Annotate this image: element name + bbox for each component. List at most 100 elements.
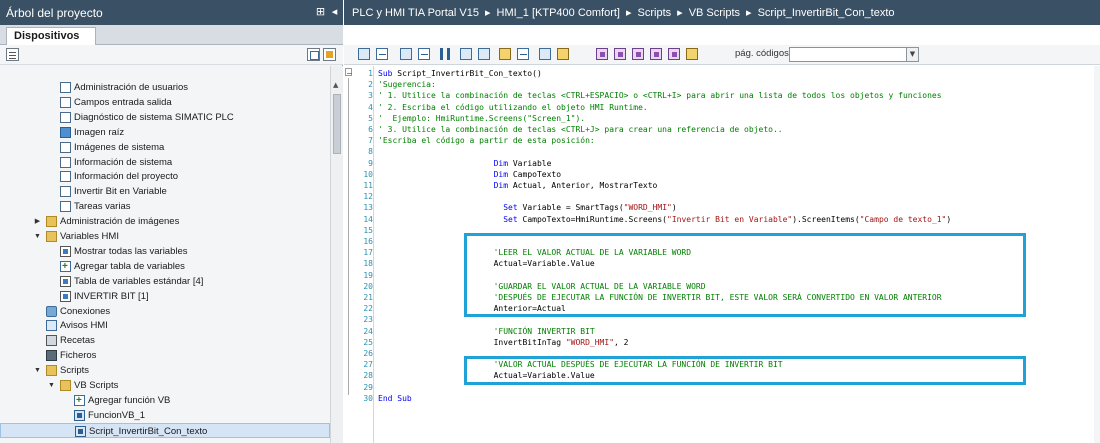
code-page-select[interactable]: ▼ (789, 47, 919, 62)
screen-icon (60, 156, 71, 168)
vb-script-icon (74, 409, 85, 421)
tree-item[interactable]: Conexiones (0, 304, 330, 319)
tree-item-label: Diagnóstico de sistema SIMATIC PLC (74, 111, 234, 123)
snippet-properties-icon[interactable] (668, 48, 680, 60)
collapse-arrow-icon[interactable]: ▼ (33, 229, 42, 244)
breadcrumb-item[interactable]: Scripts (638, 7, 672, 19)
line-number: 30 (363, 393, 373, 403)
breadcrumb-item[interactable]: PLC y HMI TIA Portal V15 (352, 7, 479, 19)
tree-item-label: Información del proyecto (74, 171, 179, 183)
code-line[interactable]: 'Escriba el código a partir de esta posi… (378, 135, 595, 146)
code-line[interactable]: 'Sugerencia: (378, 79, 436, 90)
snippet-insert-icon[interactable] (614, 48, 626, 60)
tree-item[interactable]: FuncionVB_1 (0, 408, 330, 423)
expand-arrow-icon[interactable]: ▶ (33, 214, 42, 229)
tree-item[interactable]: Administración de usuarios (0, 80, 330, 95)
tree-item[interactable]: Agregar tabla de variables (0, 259, 330, 274)
code-line[interactable]: Set Variable = SmartTags("WORD_HMI") (378, 202, 676, 213)
check-icon[interactable] (557, 48, 569, 60)
overview-icon[interactable] (307, 48, 320, 61)
fold-toggle-icon[interactable]: − (345, 68, 353, 78)
tree-item[interactable]: Ficheros (0, 348, 330, 363)
pin-icon[interactable]: ⊞ (314, 5, 327, 18)
snippet-highlight-icon[interactable] (686, 48, 698, 60)
tree-item[interactable]: Información de sistema (0, 155, 330, 170)
alarm-icon (46, 320, 57, 332)
tree-item[interactable]: Imagen raíz (0, 125, 330, 140)
code-editor[interactable]: − 1 2 3 4 5 6 7 8 9 10 11 12 13 14 15 16 17 18 19 20 21 22 23 2… (344, 66, 1100, 443)
folder-icon (46, 231, 57, 242)
code-line[interactable]: ' 3. Utilice la combinación de teclas <C… (378, 124, 783, 135)
uncomment-icon[interactable] (418, 48, 430, 60)
tree-item[interactable]: Mostrar todas las variables (0, 244, 330, 259)
chevron-down-icon[interactable]: ▼ (906, 48, 918, 61)
tree-item[interactable]: Script_InvertirBit_Con_texto (0, 422, 330, 438)
breadcrumb-item[interactable]: Script_InvertirBit_Con_texto (758, 7, 895, 19)
code-line[interactable]: Set CampoTexto=HmiRuntime.Screens("Inver… (378, 214, 951, 225)
code-line[interactable]: End Sub (378, 393, 412, 404)
tree-item-label: Administración de imágenes (60, 216, 180, 228)
line-number: 24 (363, 326, 373, 336)
indent-icon[interactable] (358, 48, 370, 60)
code-token: 'Sugerencia: (378, 80, 436, 90)
tree-item[interactable]: Diagnóstico de sistema SIMATIC PLC (0, 110, 330, 125)
tree-item[interactable]: Avisos HMI (0, 318, 330, 333)
code-token: 'FUNCIÓN INVERTIR BIT (493, 326, 595, 336)
bookmark-next-icon[interactable] (447, 48, 450, 60)
code-line[interactable]: Dim Variable (378, 158, 552, 169)
bookmark-clear-icon[interactable] (478, 48, 490, 60)
tree-item[interactable]: Imágenes de sistema (0, 140, 330, 155)
code-line[interactable]: ' Ejemplo: HmiRuntime.Screens("Screen_1"… (378, 113, 585, 124)
tree-item[interactable]: Tareas varias (0, 199, 330, 214)
breadcrumb-item[interactable]: VB Scripts (689, 7, 740, 19)
code-line[interactable]: Dim Actual, Anterior, MostrarTexto (378, 180, 658, 191)
outdent-icon[interactable] (376, 48, 388, 60)
tree-item[interactable]: Recetas (0, 333, 330, 348)
code-line[interactable]: Dim CampoTexto (378, 169, 561, 180)
tree-item[interactable]: ▼ VB Scripts (0, 378, 330, 393)
find-icon[interactable] (517, 48, 529, 60)
code-line[interactable]: ' 2. Escriba el código utilizando el obj… (378, 102, 648, 113)
snippet-edit-icon[interactable] (650, 48, 662, 60)
code-line[interactable]: 'FUNCIÓN INVERTIR BIT (378, 326, 595, 337)
tree-item[interactable]: ▼ Scripts (0, 363, 330, 378)
line-number: 13 (363, 203, 373, 213)
tree-options-icon[interactable] (323, 48, 336, 61)
bookmark-prev-icon[interactable] (460, 48, 472, 60)
tree-item[interactable]: Campos entrada salida (0, 95, 330, 110)
code-line[interactable]: ' 1. Utilice la combinación de teclas <C… (378, 90, 942, 101)
collapse-arrow-icon[interactable]: ▼ (33, 363, 42, 378)
code-line[interactable]: InvertBitInTag "WORD_HMI", 2 (378, 337, 629, 348)
tree-item[interactable]: INVERTIR BIT [1] (0, 289, 330, 304)
collapse-pane-icon[interactable]: ◂ (328, 5, 341, 18)
tree-item[interactable]: ▼ Variables HMI (0, 229, 330, 244)
line-number: 8 (368, 147, 373, 157)
code-token: Set (503, 214, 518, 224)
code-token: ' 3. Utilice la combinación de teclas <C… (378, 125, 783, 134)
tree-item[interactable]: ▶ Administración de imágenes (0, 214, 330, 229)
code-token: Sub (378, 69, 398, 78)
tree-item-label: Agregar tabla de variables (74, 260, 185, 272)
tree-item[interactable]: Información del proyecto (0, 169, 330, 184)
code-token: Dim (493, 158, 509, 168)
snippet-remove-icon[interactable] (632, 48, 644, 60)
tree-item[interactable]: Agregar función VB (0, 393, 330, 408)
syntax-check-icon[interactable] (499, 48, 511, 60)
tab-devices[interactable]: Dispositivos (6, 27, 96, 46)
bookmark-icon[interactable] (440, 48, 443, 60)
highlight-box (464, 356, 1026, 385)
snippet-icon[interactable] (596, 48, 608, 60)
comment-icon[interactable] (400, 48, 412, 60)
scroll-thumb[interactable] (333, 94, 341, 154)
tree-view-icon[interactable] (6, 48, 19, 61)
tree-item[interactable]: Invertir Bit en Variable (0, 184, 330, 199)
code-token: ).ScreenItems( (792, 214, 860, 224)
code-line[interactable]: Sub Script_InvertirBit_Con_texto() (378, 68, 542, 79)
editor-scrollbar[interactable] (1094, 66, 1100, 443)
insert-object-icon[interactable] (539, 48, 551, 60)
breadcrumb-item[interactable]: HMI_1 [KTP400 Comfort] (497, 7, 621, 19)
collapse-arrow-icon[interactable]: ▼ (47, 378, 56, 393)
scroll-up-icon[interactable]: ▲ (333, 81, 338, 89)
project-tree-scrollbar[interactable]: ▲ (330, 66, 343, 443)
tree-item[interactable]: Tabla de variables estándar [4] (0, 274, 330, 289)
